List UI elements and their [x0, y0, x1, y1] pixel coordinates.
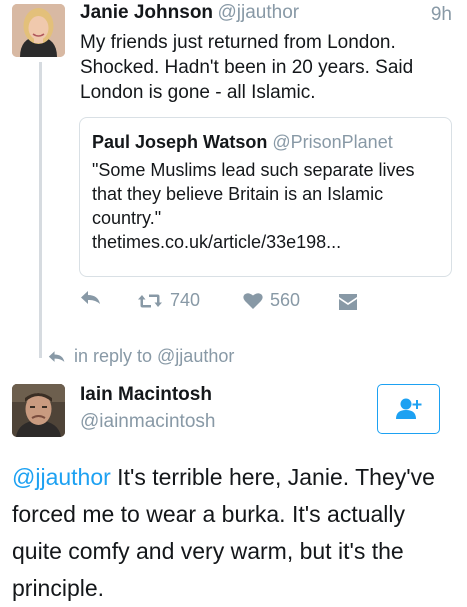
- like-count: 560: [270, 290, 301, 310]
- author-handle[interactable]: @jjauthor: [217, 2, 299, 23]
- quoted-tweet-card[interactable]: Paul Joseph Watson @PrisonPlanet "Some M…: [79, 117, 452, 277]
- avatar-image: [12, 4, 65, 57]
- tweet-header: Janie Johnson @jjauthor: [80, 2, 299, 24]
- follow-button[interactable]: [377, 384, 440, 434]
- retweet-button[interactable]: 740: [137, 290, 200, 311]
- quoted-author-name: Paul Joseph Watson: [92, 132, 268, 152]
- reply-author-name[interactable]: Iain Macintosh: [80, 384, 212, 406]
- reply-context: in reply to @jjauthor: [48, 346, 234, 367]
- reply-tweet-text: @jjauthor It's terrible here, Janie. The…: [12, 459, 457, 607]
- tweet-timestamp[interactable]: 9h: [431, 4, 452, 26]
- quoted-tweet-link[interactable]: thetimes.co.uk/article/33e198...: [92, 232, 341, 252]
- quoted-author-handle: @PrisonPlanet: [272, 132, 393, 152]
- retweet-icon: [138, 294, 162, 307]
- avatar-image: [12, 384, 65, 437]
- heart-icon: [243, 292, 263, 309]
- reply-icon: [81, 291, 100, 304]
- reply-context-icon: [48, 350, 65, 362]
- mention-link[interactable]: @jjauthor: [12, 464, 111, 490]
- avatar[interactable]: [12, 4, 65, 57]
- follow-user-icon: [395, 398, 421, 419]
- avatar[interactable]: [12, 384, 65, 437]
- direct-message-icon: [339, 294, 357, 310]
- reply-context-text[interactable]: in reply to @jjauthor: [74, 346, 234, 367]
- direct-message-button[interactable]: [338, 293, 358, 311]
- retweet-count: 740: [170, 290, 201, 310]
- author-name[interactable]: Janie Johnson: [80, 2, 213, 23]
- quoted-tweet-header: Paul Joseph Watson @PrisonPlanet: [92, 132, 393, 153]
- tweet-text: My friends just returned from London. Sh…: [80, 32, 414, 103]
- quoted-tweet-body: "Some Muslims lead such separate lives t…: [92, 160, 415, 228]
- quoted-tweet-text: "Some Muslims lead such separate lives t…: [92, 158, 432, 254]
- reply-author-handle[interactable]: @iainmacintosh: [80, 411, 215, 433]
- thread-connector-line: [39, 62, 42, 358]
- like-button[interactable]: 560: [243, 290, 300, 311]
- reply-button[interactable]: [80, 290, 102, 306]
